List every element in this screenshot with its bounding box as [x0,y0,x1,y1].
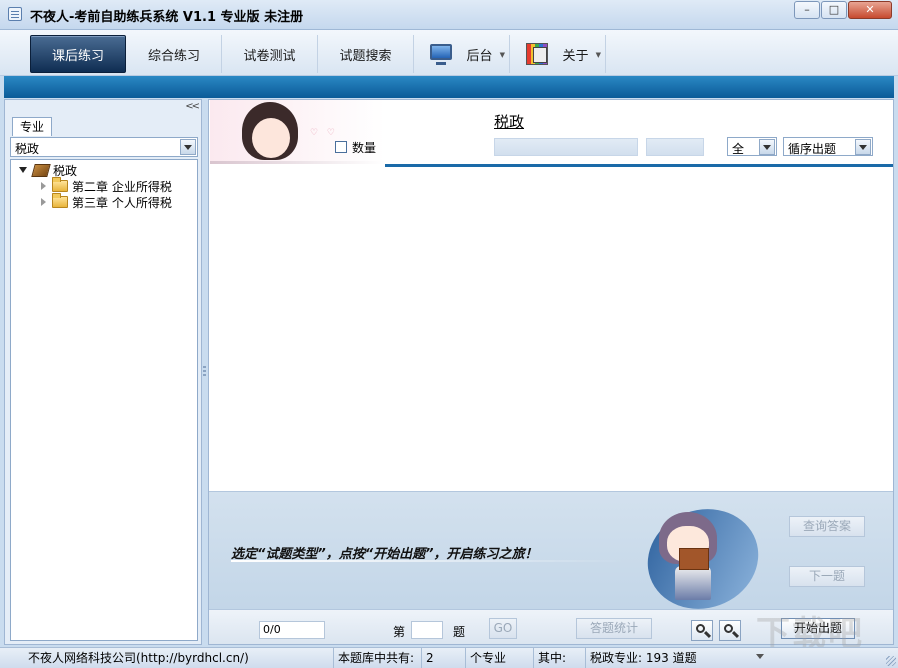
title-bar: 不夜人-考前自助练兵系统 V1.1 专业版 未注册 – □ ✕ [0,0,898,30]
folder-icon [52,193,68,208]
collapse-sidebar-button[interactable]: << [185,101,200,112]
zoom-in-button[interactable] [691,620,713,641]
tab-label: 试卷测试 [243,48,296,64]
question-header: ♡ ♡ 数量 税政 全 循序出题 [209,100,893,167]
tree-item-label: 税政 [53,163,78,178]
tree-item-label: 第二章 企业所得税 [72,179,172,194]
backend-menu-button[interactable]: 后台 ▼ [414,35,510,73]
order-select-value: 循序出题 [788,142,837,156]
monitor-icon [430,44,453,65]
answer-stats-button[interactable]: 答题统计 [576,618,652,639]
app-menu-icon[interactable] [8,7,22,21]
collapsed-arrow-icon[interactable] [41,198,46,206]
tree-item-chapter-2[interactable]: 第二章 企业所得税 [41,177,172,194]
panel-splitter[interactable] [203,366,206,378]
question-suffix-label: 题 [453,625,466,639]
tree-item-chapter-3[interactable]: 第三章 个人所得税 [41,193,172,210]
header-strip [4,76,894,98]
query-answer-button[interactable]: 查询答案 [789,516,865,537]
status-total-label: 本题库中共有: [334,648,422,668]
question-content-area[interactable] [209,167,893,491]
quantity-checkbox[interactable] [335,141,347,153]
window-controls: – □ ✕ [794,1,892,19]
order-select[interactable]: 循序出题 [783,137,873,156]
chevron-down-icon[interactable] [756,654,764,659]
info-field-1 [494,138,638,156]
resize-grip[interactable] [886,656,896,666]
go-button[interactable]: GO [489,618,517,639]
tab-after-class-practice[interactable]: 课后练习 [30,35,126,73]
question-prefix-label: 第 [393,625,406,639]
chevron-down-icon[interactable] [180,139,196,155]
tab-label: 综合练习 [147,48,200,64]
about-icon [526,43,549,65]
tab-comprehensive-practice[interactable]: 综合练习 [127,35,222,73]
chevron-down-icon[interactable] [759,139,775,155]
chevron-down-icon[interactable] [855,139,871,155]
maximize-button[interactable]: □ [821,1,847,19]
main-panel: ♡ ♡ 数量 税政 全 循序出题 选定“试题类型”，点按“开始出题”，开启练习之… [208,99,894,645]
collapsed-arrow-icon[interactable] [41,182,46,190]
minimize-icon: – [804,3,810,16]
status-unit-label: 个专业 [466,648,534,668]
tab-label: 关于 [562,48,589,64]
main-toolbar: 课后练习 综合练习 试卷测试 试题搜索 后台 ▼ 关于 ▼ [0,30,898,76]
next-question-button[interactable]: 下一题 [789,566,865,587]
status-bar: 不夜人网络科技公司(http://byrdhcl.cn/) 本题库中共有: 2 … [0,647,898,668]
close-icon: ✕ [865,3,875,16]
status-total-count: 2 [422,648,466,668]
tree-root-item[interactable]: 税政 [19,162,77,178]
range-select[interactable]: 全 [727,137,777,156]
status-detail-select[interactable]: 税政专业: 193 道题 [586,648,770,668]
major-select-value: 税政 [15,142,40,156]
expanded-arrow-icon[interactable] [19,167,27,173]
minimize-button[interactable]: – [794,1,820,19]
hint-area: 选定“试题类型”，点按“开始出题”，开启练习之旅！ 查询答案 下一题 [209,491,893,625]
tab-paper-test[interactable]: 试卷测试 [222,35,318,73]
zoom-out-button[interactable] [719,620,741,641]
sidebar: << 专业 税政 税政 第二章 企业所得税 第三章 个人所得税 [4,99,202,645]
status-among-label: 其中: [534,648,586,668]
heart-decoration-icon: ♡ ♡ [310,128,338,138]
info-field-2 [646,138,704,156]
chapter-tree: 税政 第二章 企业所得税 第三章 个人所得税 [10,159,198,641]
tree-item-label: 第三章 个人所得税 [72,195,172,210]
tab-label: 试题搜索 [339,48,392,64]
major-select[interactable]: 税政 [10,137,198,157]
maximize-icon: □ [828,3,840,16]
tab-label: 课后练习 [51,48,104,64]
chevron-down-icon: ▼ [499,51,505,59]
subject-title: 税政 [494,113,525,131]
about-menu-button[interactable]: 关于 ▼ [510,35,606,73]
status-company: 不夜人网络科技公司(http://byrdhcl.cn/) [24,648,334,668]
book-icon [679,548,709,570]
book-icon [31,163,51,177]
chevron-down-icon: ▼ [595,51,601,59]
question-number-input[interactable] [411,621,443,639]
range-select-value: 全 [732,142,745,156]
close-button[interactable]: ✕ [848,1,892,19]
progress-field: 0/0 [259,621,325,639]
tab-question-search[interactable]: 试题搜索 [318,35,414,73]
folder-icon [52,177,68,192]
quantity-label: 数量 [352,141,377,155]
window-title: 不夜人-考前自助练兵系统 V1.1 专业版 未注册 [30,10,304,25]
tab-major[interactable]: 专业 [12,117,52,136]
tab-label: 后台 [466,48,493,64]
